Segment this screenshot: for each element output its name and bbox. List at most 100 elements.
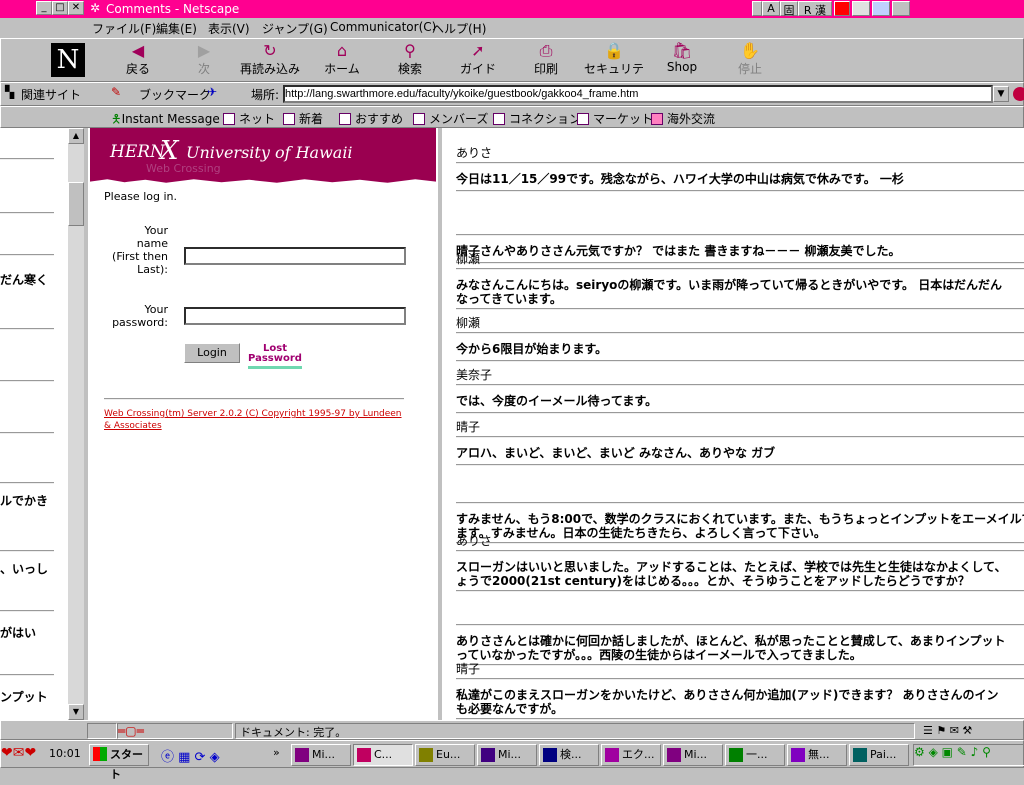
personal-link-overseas[interactable]: 海外交流 [651, 110, 715, 127]
toolbar-button-4[interactable]: ⚲ 検索 [378, 42, 442, 80]
quick-launch-icons[interactable]: ⓔ ▦ ⟳ ◈ [161, 746, 269, 765]
separator [456, 624, 1024, 626]
progress-meter: ═▢═ [117, 723, 233, 739]
taskbar-button[interactable]: Mi... [663, 744, 723, 766]
toolbar-button-3[interactable]: ⌂ ホーム [310, 42, 374, 80]
taskbar-button-label: Eu... [436, 748, 461, 761]
ime-a-button[interactable]: A [762, 1, 780, 16]
toolbar-button-1[interactable]: ▶ 次 [172, 42, 236, 80]
toolbar-button-0[interactable]: ◀ 戻る [106, 42, 170, 80]
quick-launch-more[interactable]: » [273, 746, 280, 759]
url-input[interactable] [283, 85, 993, 103]
menu-edit[interactable]: 編集(E) [156, 20, 197, 37]
message-author: ありさ [456, 534, 493, 548]
message-author: ありさ [456, 146, 493, 160]
name-input[interactable] [184, 247, 406, 265]
taskbar-button-label: Mi... [684, 748, 708, 761]
personal-link-members[interactable]: メンバーズ [413, 110, 488, 127]
ime-menu-icon[interactable] [892, 1, 910, 16]
personal-link-net[interactable]: ネット [223, 110, 275, 127]
lost-password-link[interactable]: Lost Password [248, 344, 302, 369]
separator [104, 398, 404, 400]
toolbar-button-label: 再読み込み [239, 62, 300, 76]
copyright-link[interactable]: Web Crossing(tm) Server 2.0.2 (C) Copyri… [104, 408, 404, 432]
taskbar-button[interactable]: C... [353, 744, 413, 766]
personal-link-new[interactable]: 新着 [283, 110, 323, 127]
security-status-icon[interactable] [87, 723, 117, 739]
message-author: 柳瀬 [456, 316, 481, 330]
start-button[interactable]: スタート [89, 744, 149, 781]
taskbar-button[interactable]: 無... [787, 744, 847, 766]
tray-quick-icons[interactable]: ❤✉❤ [1, 745, 45, 763]
login-frame: HERN X University of Hawaii Web Crossing… [88, 128, 438, 720]
taskbar-button[interactable]: Pai... [849, 744, 909, 766]
app-icon [791, 748, 805, 762]
separator [0, 212, 54, 214]
toolbar-button-7[interactable]: 🔒セキュリティ [582, 42, 646, 94]
banner-torn-edge [90, 179, 436, 184]
app-icon [481, 748, 495, 762]
taskbar-button[interactable]: 一... [725, 744, 785, 766]
bookmark-icon[interactable]: ✎ [111, 85, 121, 99]
component-bar-icons[interactable]: ☰ ⚑ ✉ ⚒ [923, 724, 1023, 738]
menu-help[interactable]: ヘルプ(H) [432, 20, 486, 37]
window-title: Comments - Netscape [106, 2, 240, 16]
ime-pad-icon[interactable] [852, 1, 870, 16]
maximize-button[interactable]: □ [52, 1, 68, 15]
toolbar-button-8[interactable]: 🛍 Shop [650, 42, 714, 80]
system-tray[interactable]: ⚙ ◈ ▣ ✎ ♪ ⚲ [913, 744, 1024, 766]
whats-related-icon[interactable] [1013, 87, 1024, 101]
separator [456, 332, 1024, 334]
start-label: スタート [110, 748, 143, 781]
ime-mode-button[interactable]: R 漢 [798, 1, 832, 17]
personal-link-connection[interactable]: コネクション [493, 110, 581, 127]
close-button[interactable]: ✕ [68, 1, 84, 15]
toolbar-button-5[interactable]: ➚ ガイド [446, 42, 510, 80]
taskbar-button[interactable]: エク... [601, 744, 661, 766]
toolbar-button-9[interactable]: ✋ 停止 [718, 42, 782, 80]
status-text: ドキュメント: 完了。 [235, 723, 915, 739]
ime-fixed-button[interactable]: 固 [780, 1, 798, 17]
menu-communicator[interactable]: Communicator(C) [330, 20, 436, 34]
forward-arrow-icon: ▶ [197, 41, 211, 60]
toolbar-button-2[interactable]: ↻ 再読み込み [238, 42, 302, 80]
taskbar-button[interactable]: Mi... [291, 744, 351, 766]
task-list: Mi... C... Eu... Mi... 検... エク... Mi... 一... 無..… [291, 741, 911, 769]
app-icon [605, 748, 619, 762]
person-icon: 🯅 [111, 112, 122, 126]
home-icon: ⌂ [336, 41, 348, 60]
scroll-thumb[interactable] [68, 182, 84, 226]
menu-view[interactable]: 表示(V) [208, 20, 250, 37]
shop-icon: 🛍 [671, 41, 693, 60]
clock: 10:01 [49, 747, 81, 760]
url-dropdown-button[interactable]: ▼ [993, 86, 1009, 102]
related-sites-button[interactable]: 関連サイト [21, 86, 81, 103]
ime-dict-icon[interactable] [834, 1, 850, 16]
password-input[interactable] [184, 307, 406, 325]
bookmark-page-icon [413, 113, 425, 125]
ime-handle[interactable] [752, 1, 762, 16]
taskbar-button[interactable]: Eu... [415, 744, 475, 766]
scroll-up-arrow-icon[interactable]: ▲ [68, 128, 84, 144]
menu-go[interactable]: ジャンプ(G) [262, 20, 328, 37]
taskbar-button-label: 検... [560, 748, 582, 761]
lost-password-line2: Password [248, 353, 302, 364]
page-proxy-icon[interactable]: ✈ [207, 85, 217, 99]
taskbar-button-label: Mi... [312, 748, 336, 761]
taskbar-button[interactable]: Mi... [477, 744, 537, 766]
separator [456, 550, 1024, 552]
scroll-down-arrow-icon[interactable]: ▼ [68, 704, 84, 720]
bookmarks-button[interactable]: ブックマーク [139, 86, 211, 103]
toolbar-button-label: 検索 [397, 62, 422, 76]
menu-file[interactable]: ファイル(F) [92, 20, 156, 37]
ime-tool-icon[interactable] [872, 1, 890, 16]
message-text: では、今度のイーメール待ってます。 [456, 394, 658, 408]
taskbar-button[interactable]: 検... [539, 744, 599, 766]
toolbar-button-6[interactable]: ⎙ 印刷 [514, 42, 578, 80]
personal-link-recommended[interactable]: おすすめ [339, 110, 403, 127]
personal-link-market[interactable]: マーケット [577, 110, 653, 127]
left-frame-scrollbar[interactable]: ▲ ▼ [68, 128, 84, 720]
minimize-button[interactable]: _ [36, 1, 52, 15]
message-author: 晴子 [456, 420, 481, 434]
login-button[interactable]: Login [184, 343, 240, 363]
